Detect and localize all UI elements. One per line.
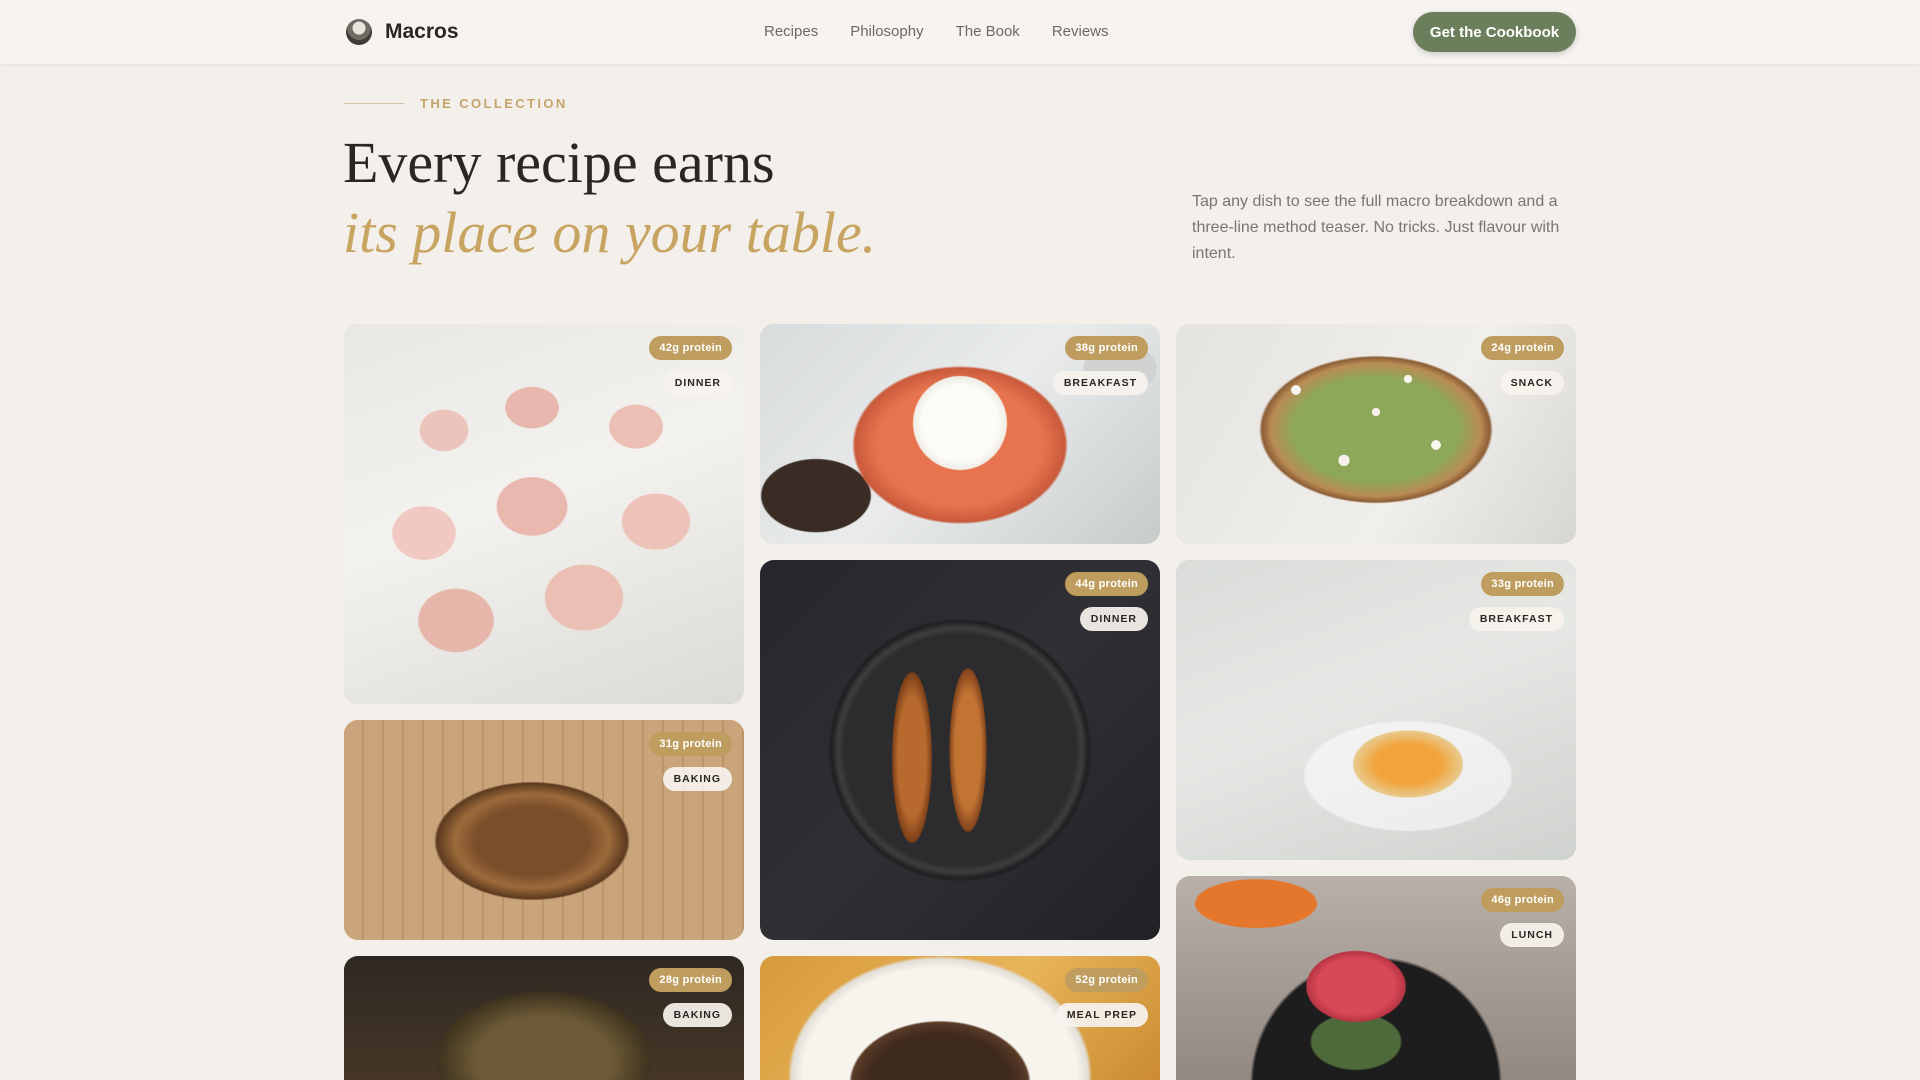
- protein-badge: 44g protein: [1065, 572, 1148, 596]
- protein-badge: 28g protein: [649, 968, 732, 992]
- category-badge: LUNCH: [1500, 923, 1564, 947]
- eyebrow-label: THE COLLECTION: [420, 96, 568, 111]
- protein-badge: 24g protein: [1481, 336, 1564, 360]
- eyebrow-divider: [344, 103, 404, 104]
- protein-badge: 33g protein: [1481, 572, 1564, 596]
- category-badge: BAKING: [662, 767, 732, 791]
- site-header: Macros Recipes Philosophy The Book Revie…: [0, 0, 1920, 64]
- nav-link-philosophy[interactable]: Philosophy: [850, 23, 923, 40]
- category-badge: DINNER: [1079, 607, 1148, 631]
- protein-badge: 38g protein: [1065, 336, 1148, 360]
- nav-link-recipes[interactable]: Recipes: [764, 23, 818, 40]
- category-badge: DINNER: [663, 371, 732, 395]
- recipe-card-tuna[interactable]: 46g protein LUNCH: [1176, 876, 1576, 1080]
- brand[interactable]: Macros: [346, 19, 459, 45]
- section-eyebrow: THE COLLECTION: [344, 96, 568, 111]
- bowl-logo-icon: [346, 19, 372, 45]
- brand-name: Macros: [385, 20, 459, 43]
- category-badge: MEAL PREP: [1055, 1003, 1148, 1027]
- headline-line-1: Every recipe earns: [343, 130, 775, 195]
- recipe-card-bread[interactable]: 31g protein BAKING: [344, 720, 744, 940]
- category-badge: BREAKFAST: [1052, 371, 1148, 395]
- category-badge: SNACK: [1499, 371, 1564, 395]
- recipe-card-chicken[interactable]: 42g protein DINNER: [344, 324, 744, 704]
- recipe-card-sardines[interactable]: 44g protein DINNER: [760, 560, 1160, 940]
- recipe-card-sourdough[interactable]: 28g protein BAKING: [344, 956, 744, 1080]
- category-badge: BAKING: [662, 1003, 732, 1027]
- recipe-card-salmon-egg[interactable]: 38g protein BREAKFAST: [760, 324, 1160, 544]
- recipe-card-seed-bowl[interactable]: 33g protein BREAKFAST: [1176, 560, 1576, 860]
- seed-bowl-photo: [1176, 560, 1576, 860]
- headline-line-2: its place on your table.: [343, 200, 877, 265]
- intro-text: Tap any dish to see the full macro break…: [1192, 193, 1560, 262]
- get-cookbook-button[interactable]: Get the Cookbook: [1413, 12, 1576, 52]
- category-badge: BREAKFAST: [1468, 607, 1564, 631]
- main-nav: Recipes Philosophy The Book Reviews: [764, 23, 1141, 40]
- page-title: Every recipe earns its place on your tab…: [343, 128, 876, 268]
- protein-badge: 31g protein: [649, 732, 732, 756]
- recipe-card-soup[interactable]: 52g protein MEAL PREP: [760, 956, 1160, 1080]
- protein-badge: 52g protein: [1065, 968, 1148, 992]
- protein-badge: 42g protein: [649, 336, 732, 360]
- nav-link-reviews[interactable]: Reviews: [1052, 23, 1109, 40]
- recipe-card-avocado-toast[interactable]: 24g protein SNACK: [1176, 324, 1576, 544]
- nav-link-the-book[interactable]: The Book: [956, 23, 1020, 40]
- protein-badge: 46g protein: [1481, 888, 1564, 912]
